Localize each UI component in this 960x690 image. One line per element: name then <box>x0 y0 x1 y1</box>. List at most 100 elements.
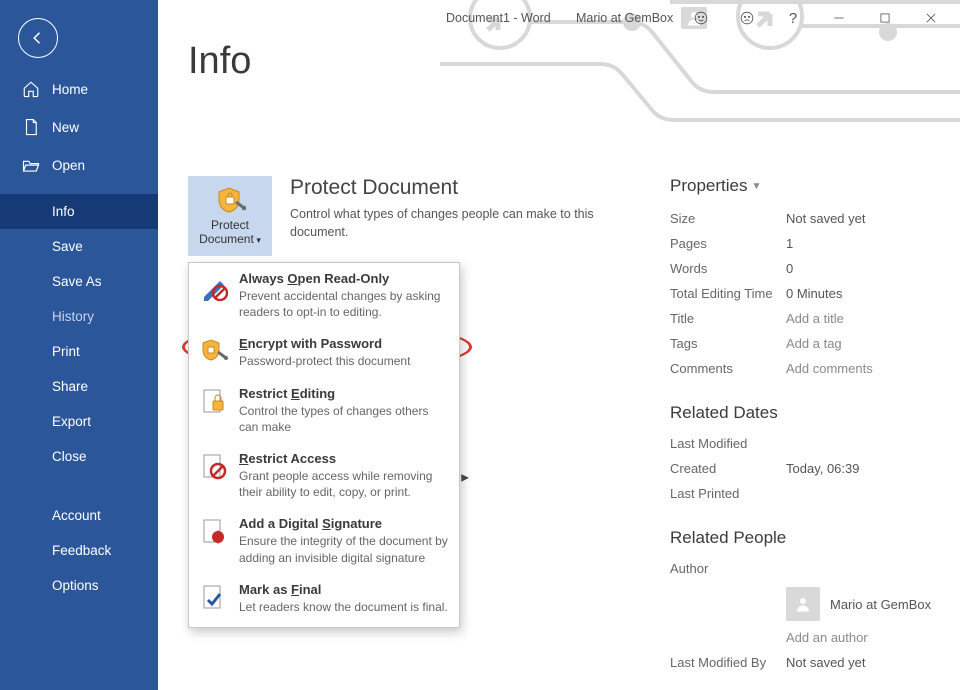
feedback-frown-icon[interactable] <box>724 4 770 32</box>
menu-item-desc: Grant people access while removing their… <box>239 468 449 500</box>
property-key: Pages <box>670 236 786 251</box>
sidebar-item-label: Home <box>52 82 88 97</box>
property-key: Words <box>670 261 786 276</box>
add-author-link[interactable]: Add an author <box>786 630 868 645</box>
sidebar-item-share[interactable]: Share <box>0 369 158 404</box>
sidebar-item-label: Print <box>52 344 80 359</box>
date-value: Today, 06:39 <box>786 461 859 476</box>
sidebar-item-account[interactable]: Account <box>0 498 158 533</box>
restricta-icon <box>199 453 229 483</box>
property-key: Size <box>670 211 786 226</box>
sidebar-item-label: Save <box>52 239 83 254</box>
property-value: Not saved yet <box>786 211 866 226</box>
sidebar-item-history[interactable]: History <box>0 299 158 334</box>
back-button[interactable] <box>18 18 58 58</box>
menu-item-readonly[interactable]: Always Open Read-OnlyPrevent accidental … <box>189 265 459 330</box>
sidebar-item-options[interactable]: Options <box>0 568 158 603</box>
shield-lock-icon <box>214 186 246 214</box>
menu-item-desc: Let readers know the document is final. <box>239 599 448 615</box>
page-title: Info <box>188 40 251 83</box>
folder-open-icon <box>22 156 40 174</box>
signature-icon <box>199 518 229 548</box>
sidebar-item-label: Info <box>52 204 75 219</box>
document-title: Document1 - Word <box>446 11 551 25</box>
menu-item-encrypt[interactable]: Encrypt with Password Password-protect th… <box>189 330 459 379</box>
close-button[interactable] <box>908 4 954 32</box>
menu-item-restricta[interactable]: Restrict Access Grant people access while… <box>189 445 459 510</box>
restricte-icon <box>199 388 229 418</box>
property-row: TitleAdd a title <box>670 306 940 331</box>
property-row: Pages1 <box>670 231 940 256</box>
sidebar-item-close[interactable]: Close <box>0 439 158 474</box>
readonly-icon <box>199 273 229 303</box>
sidebar-item-label: Account <box>52 508 101 523</box>
date-key: Last Printed <box>670 486 786 501</box>
property-value[interactable]: Add a title <box>786 311 844 326</box>
final-icon <box>199 584 229 614</box>
sidebar-item-label: New <box>52 120 79 135</box>
backstage-sidebar: Home New Open Info Save Save As History Print Sh… <box>0 0 158 690</box>
sidebar-item-open[interactable]: Open <box>0 146 158 184</box>
chevron-down-icon: ▾ <box>254 235 261 245</box>
last-modified-by-value: Not saved yet <box>786 655 866 670</box>
sidebar-item-label: Close <box>52 449 87 464</box>
property-row: Words0 <box>670 256 940 281</box>
menu-item-desc: Password-protect this document <box>239 353 410 369</box>
protect-document-button[interactable]: Protect Document ▾ <box>188 176 272 256</box>
menu-item-title: Mark as Final <box>239 582 448 597</box>
sidebar-item-export[interactable]: Export <box>0 404 158 439</box>
menu-item-title: Add a Digital Signature <box>239 516 449 531</box>
backstage-main: Document1 - Word Mario at GemBox ? Info <box>158 0 960 690</box>
property-key: Total Editing Time <box>670 286 786 301</box>
author-entry[interactable]: Mario at GemBox <box>786 587 940 621</box>
date-row: Last Printed <box>670 481 940 506</box>
menu-item-title: Encrypt with Password <box>239 336 410 351</box>
sidebar-item-label: Share <box>52 379 88 394</box>
sidebar-item-saveas[interactable]: Save As <box>0 264 158 299</box>
property-value: 0 Minutes <box>786 286 842 301</box>
sidebar-item-feedback[interactable]: Feedback <box>0 533 158 568</box>
minimize-button[interactable] <box>816 4 862 32</box>
property-row: CommentsAdd comments <box>670 356 940 381</box>
property-value: 0 <box>786 261 793 276</box>
submenu-arrow-icon: ▶ <box>461 472 469 483</box>
sidebar-item-home[interactable]: Home <box>0 70 158 108</box>
sidebar-item-print[interactable]: Print <box>0 334 158 369</box>
sidebar-item-save[interactable]: Save <box>0 229 158 264</box>
date-key: Created <box>670 461 786 476</box>
properties-heading[interactable]: Properties ▼ <box>670 176 940 196</box>
author-name: Mario at GemBox <box>830 597 931 612</box>
sidebar-item-label: Options <box>52 578 99 593</box>
date-row: CreatedToday, 06:39 <box>670 456 940 481</box>
menu-item-signature[interactable]: Add a Digital Signature Ensure the integr… <box>189 510 459 575</box>
property-key: Comments <box>670 361 786 376</box>
help-button[interactable]: ? <box>770 4 816 32</box>
menu-item-restricte[interactable]: Restrict Editing Control the types of cha… <box>189 380 459 445</box>
menu-item-desc: Ensure the integrity of the document by … <box>239 533 449 565</box>
menu-item-desc: Control the types of changes others can … <box>239 403 449 435</box>
date-row: Last Modified <box>670 431 940 456</box>
menu-item-title: Restrict Access <box>239 451 449 466</box>
page-icon <box>22 118 40 136</box>
window-titlebar: Document1 - Word Mario at GemBox ? <box>158 6 960 30</box>
sidebar-item-label: History <box>52 309 94 324</box>
property-value[interactable]: Add comments <box>786 361 873 376</box>
encrypt-icon <box>199 338 229 368</box>
property-key: Tags <box>670 336 786 351</box>
last-modified-by-label: Last Modified By <box>670 655 786 670</box>
protect-document-desc: Control what types of changes people can… <box>290 206 638 241</box>
property-value: 1 <box>786 236 793 251</box>
property-row: Total Editing Time0 Minutes <box>670 281 940 306</box>
maximize-button[interactable] <box>862 4 908 32</box>
menu-item-desc: Prevent accidental changes by asking rea… <box>239 288 449 320</box>
feedback-smile-icon[interactable] <box>678 4 724 32</box>
property-row: SizeNot saved yet <box>670 206 940 231</box>
sidebar-item-info[interactable]: Info <box>0 194 158 229</box>
property-row: TagsAdd a tag <box>670 331 940 356</box>
sidebar-item-new[interactable]: New <box>0 108 158 146</box>
author-avatar-icon <box>786 587 820 621</box>
menu-item-final[interactable]: Mark as Final Let readers know the docume… <box>189 576 459 625</box>
related-dates-heading: Related Dates <box>670 403 940 423</box>
menu-item-title: Restrict Editing <box>239 386 449 401</box>
property-value[interactable]: Add a tag <box>786 336 842 351</box>
